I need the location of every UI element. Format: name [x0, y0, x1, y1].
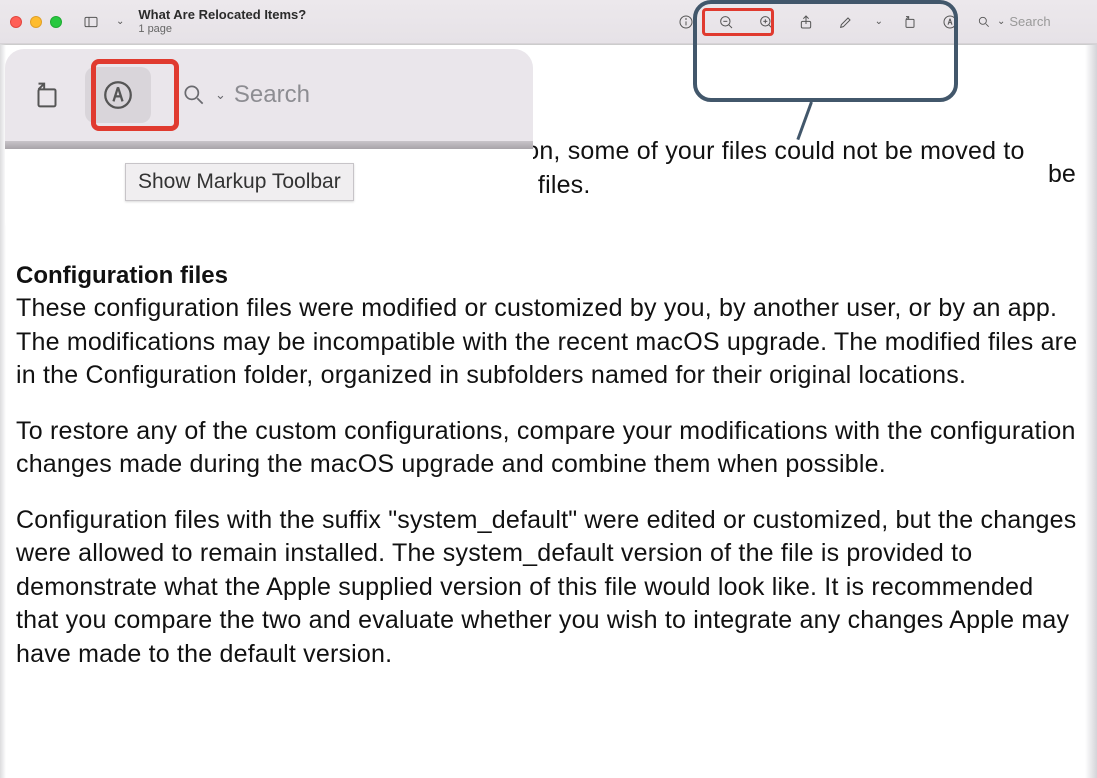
annotation-callout-large: ⌄ Search Show Markup Toolbar — [0, 44, 538, 246]
paragraph-config-1: These configuration files were modified … — [16, 292, 1081, 393]
highlight-button[interactable] — [833, 9, 859, 35]
right-page-shadow — [1085, 44, 1097, 778]
zoom-search-placeholder: Search — [234, 81, 310, 109]
window-controls — [10, 16, 62, 28]
zoom-annotation-highlight — [91, 59, 179, 131]
search-menu-chevron-icon[interactable]: ⌄ — [997, 16, 1005, 27]
paragraph-config-2: To restore any of the custom configurati… — [16, 415, 1081, 482]
text-fragment-be: be — [1048, 160, 1076, 189]
preview-window: ⌄ What Are Relocated Items? 1 page ⌄ — [0, 0, 1097, 778]
document-title-block: What Are Relocated Items? 1 page — [138, 8, 306, 34]
section-heading-config: Configuration files — [16, 262, 1081, 290]
zoom-toolbar: ⌄ Search — [5, 49, 533, 141]
document-subtitle: 1 page — [138, 23, 306, 35]
markup-toolbar-button[interactable] — [937, 9, 963, 35]
zoom-rotate-button[interactable] — [23, 71, 71, 119]
share-button[interactable] — [793, 9, 819, 35]
close-window-button[interactable] — [10, 16, 22, 28]
info-button[interactable] — [673, 9, 699, 35]
search-input[interactable] — [1009, 14, 1079, 29]
highlight-menu-chevron-icon[interactable]: ⌄ — [875, 16, 883, 27]
document-title: What Are Relocated Items? — [138, 8, 306, 22]
sidebar-menu-chevron-icon[interactable]: ⌄ — [116, 16, 124, 27]
toolbar: ⌄ What Are Relocated Items? 1 page ⌄ — [0, 0, 1097, 44]
paragraph-config-3: Configuration files with the suffix "sys… — [16, 504, 1081, 672]
zoom-content-area: Show Markup Toolbar — [5, 149, 533, 241]
zoom-search-chevron-icon[interactable]: ⌄ — [215, 87, 226, 103]
search-field[interactable]: ⌄ — [977, 14, 1087, 29]
minimize-window-button[interactable] — [30, 16, 42, 28]
zoom-markup-tooltip: Show Markup Toolbar — [125, 163, 354, 201]
annotation-highlight-small — [702, 8, 774, 36]
sidebar-toggle-button[interactable] — [78, 9, 104, 35]
zoom-toolbar-divider — [5, 141, 533, 149]
zoom-search-field[interactable]: ⌄ Search — [181, 81, 310, 109]
zoom-window-button[interactable] — [50, 16, 62, 28]
rotate-button[interactable] — [897, 9, 923, 35]
